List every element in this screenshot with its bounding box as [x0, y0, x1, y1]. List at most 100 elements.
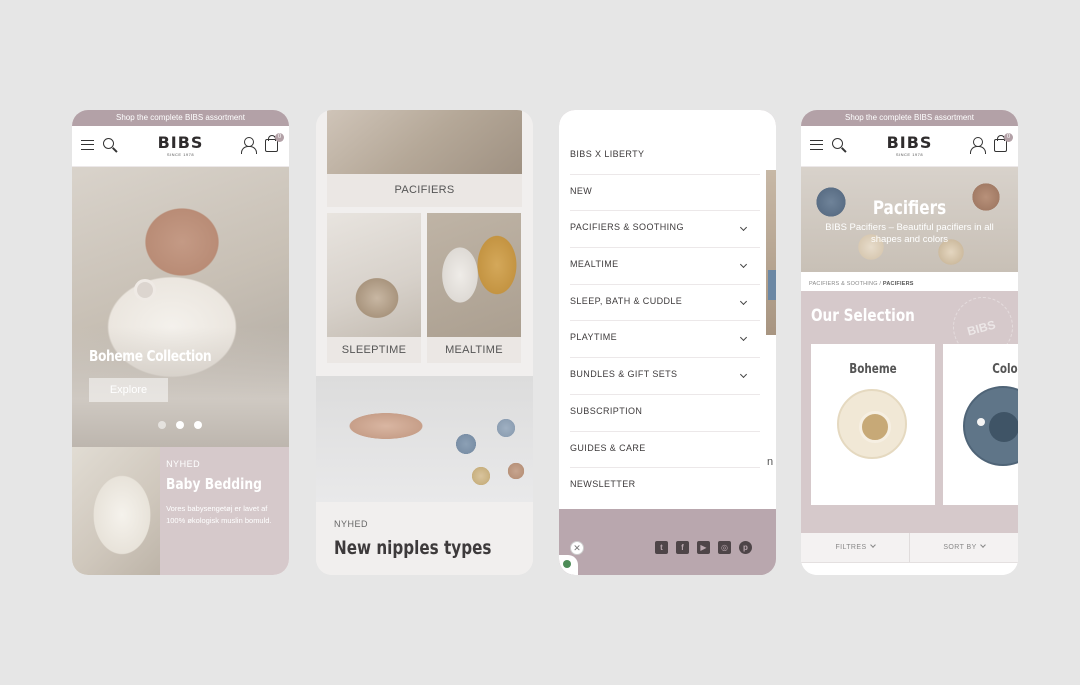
logo-word: BIBS	[157, 133, 204, 152]
carousel-dot[interactable]	[158, 421, 166, 429]
menu-item-label: SUBSCRIPTION	[570, 405, 643, 416]
phone-categories: PACIFIERS SLEEPTIME MEALTIME NYHED New n…	[316, 110, 533, 575]
facebook-icon[interactable]: f	[676, 541, 689, 554]
account-icon[interactable]	[970, 137, 986, 154]
chevron-down-icon[interactable]	[739, 371, 748, 379]
news-block[interactable]: NYHED New nipples types	[316, 502, 533, 575]
instagram-icon[interactable]: ◎	[718, 541, 731, 554]
sort-by-button[interactable]: SORT BY	[909, 533, 1018, 562]
hero-title: Boheme Collection	[89, 347, 212, 365]
cookie-consent-icon[interactable]	[559, 555, 578, 575]
hero-banner: Boheme Collection Explore	[72, 167, 289, 447]
bibs-logo[interactable]: BIBS SINCE 1978	[157, 133, 204, 158]
behind-image	[766, 170, 776, 335]
menu-item-label: BIBS X LIBERTY	[570, 149, 645, 159]
colour-pacifier-image	[963, 386, 1018, 466]
menu-item-label: NEW	[570, 185, 593, 196]
product-card-boheme[interactable]: Boheme	[811, 344, 935, 505]
search-icon[interactable]	[832, 138, 843, 149]
category-sleeptime[interactable]: SLEEPTIME	[327, 213, 421, 363]
category-title: Pacifiers	[872, 197, 947, 219]
category-pacifiers[interactable]: PACIFIERS	[327, 174, 522, 207]
account-icon[interactable]	[241, 137, 257, 154]
mealtime-image	[427, 213, 521, 337]
filter-sort-bar: FILTRES SORT BY	[801, 533, 1018, 563]
cart-count-badge: 0	[1004, 133, 1013, 142]
category-label: SLEEPTIME	[341, 344, 407, 356]
filters-label: FILTRES	[835, 544, 867, 551]
page-behind-drawer: n	[766, 110, 776, 509]
menu-icon[interactable]	[810, 140, 823, 150]
breadcrumb-parent[interactable]: PACIFIERS & SOOTHING	[809, 281, 878, 287]
category-label: MEALTIME	[445, 344, 503, 356]
product-card-colour[interactable]: Colour	[943, 344, 1018, 505]
menu-item[interactable]: PLAYTIME	[570, 321, 760, 359]
menu-item[interactable]: GUIDES & CARE	[570, 432, 760, 469]
menu-item-label: NEWSLETTER	[570, 479, 636, 490]
menu-icon[interactable]	[81, 140, 94, 150]
chevron-down-icon[interactable]	[739, 224, 748, 232]
card-title: Boheme	[849, 362, 897, 377]
site-header: BIBS SINCE 1978 0	[72, 126, 289, 167]
menu-item[interactable]: NEWSLETTER	[570, 468, 760, 505]
menu-item[interactable]: MEALTIME	[570, 248, 760, 285]
close-icon[interactable]: ✕	[570, 541, 584, 555]
promo-title: Baby Bedding	[166, 475, 262, 493]
category-subtitle: BIBS Pacifiers – Beautiful pacifiers in …	[825, 222, 994, 245]
drawer-footer: t f ▶ ◎ p	[559, 509, 766, 575]
explore-button[interactable]: Explore	[89, 378, 168, 402]
category-mealtime[interactable]: MEALTIME	[427, 213, 521, 363]
nav-drawer: BIBS X LIBERTY NEW PACIFIERS & SOOTHING MEA…	[559, 110, 766, 509]
nipples-photo[interactable]	[316, 376, 533, 502]
sort-label: SORT BY	[943, 544, 977, 551]
filters-button[interactable]: FILTRES	[801, 533, 909, 562]
menu-item-label: GUIDES & CARE	[570, 442, 646, 453]
bibs-logo[interactable]: BIBS SINCE 1978	[886, 133, 933, 158]
logo-word: BIBS	[886, 133, 933, 152]
menu-item[interactable]: PACIFIERS & SOOTHING	[570, 211, 760, 249]
youtube-icon[interactable]: ▶	[697, 541, 710, 554]
phone-menu: BIBS X LIBERTY NEW PACIFIERS & SOOTHING MEA…	[559, 110, 776, 575]
behind-text: n	[767, 456, 774, 468]
logo-since: SINCE 1978	[895, 152, 924, 157]
menu-item[interactable]: BUNDLES & GIFT SETS	[570, 358, 760, 395]
breadcrumb-current: PACIFIERS	[882, 281, 914, 287]
menu-item-label: PACIFIERS & SOOTHING	[570, 222, 684, 233]
baby-bedding-promo[interactable]: NYHED Baby Bedding Vores babysengetøj er…	[72, 447, 289, 575]
pacifiers-category-image[interactable]	[327, 110, 522, 174]
cart-count-badge: 0	[275, 133, 284, 142]
sleeptime-image	[327, 213, 421, 337]
menu-item[interactable]: NEW	[570, 175, 760, 212]
menu-item-label: BUNDLES & GIFT SETS	[570, 369, 678, 380]
twitter-icon[interactable]: t	[655, 541, 668, 554]
news-tag: NYHED	[334, 519, 369, 529]
menu-item[interactable]: BIBS X LIBERTY	[570, 138, 760, 175]
menu-item-label: PLAYTIME	[570, 332, 618, 343]
announcement-bar[interactable]: Shop the complete BIBS assortment	[801, 110, 1018, 126]
bedding-text: NYHED Baby Bedding Vores babysengetøj er…	[160, 447, 289, 575]
chevron-down-icon[interactable]	[739, 261, 748, 269]
menu-item[interactable]: SUBSCRIPTION	[570, 395, 760, 432]
phone-home: Shop the complete BIBS assortment BIBS S…	[72, 110, 289, 575]
hero-image-pacifier	[134, 279, 156, 301]
phone-pacifiers: Shop the complete BIBS assortment BIBS S…	[801, 110, 1018, 575]
search-icon[interactable]	[103, 138, 114, 149]
pinterest-icon[interactable]: p	[739, 541, 752, 554]
carousel-dot-active[interactable]	[176, 421, 184, 429]
category-hero: Pacifiers BIBS Pacifiers – Beautiful pac…	[801, 167, 1018, 272]
chevron-down-icon	[869, 542, 876, 548]
chevron-down-icon[interactable]	[739, 297, 748, 305]
announcement-bar[interactable]: Shop the complete BIBS assortment	[72, 110, 289, 126]
menu-item-label: SLEEP, BATH & CUDDLE	[570, 295, 683, 306]
carousel-dot[interactable]	[194, 421, 202, 429]
site-header: BIBS SINCE 1978 0	[801, 126, 1018, 167]
chevron-down-icon[interactable]	[739, 334, 748, 342]
bedding-image	[72, 447, 161, 575]
selection-title: Our Selection	[811, 306, 915, 326]
news-title: New nipples types	[334, 537, 492, 559]
social-links: t f ▶ ◎ p	[655, 541, 752, 554]
menu-item[interactable]: SLEEP, BATH & CUDDLE	[570, 285, 760, 322]
chevron-down-icon	[979, 542, 986, 548]
promo-description: Vores babysengetøj er lavet af 100% økol…	[166, 504, 272, 525]
boheme-pacifier-image	[837, 389, 907, 459]
